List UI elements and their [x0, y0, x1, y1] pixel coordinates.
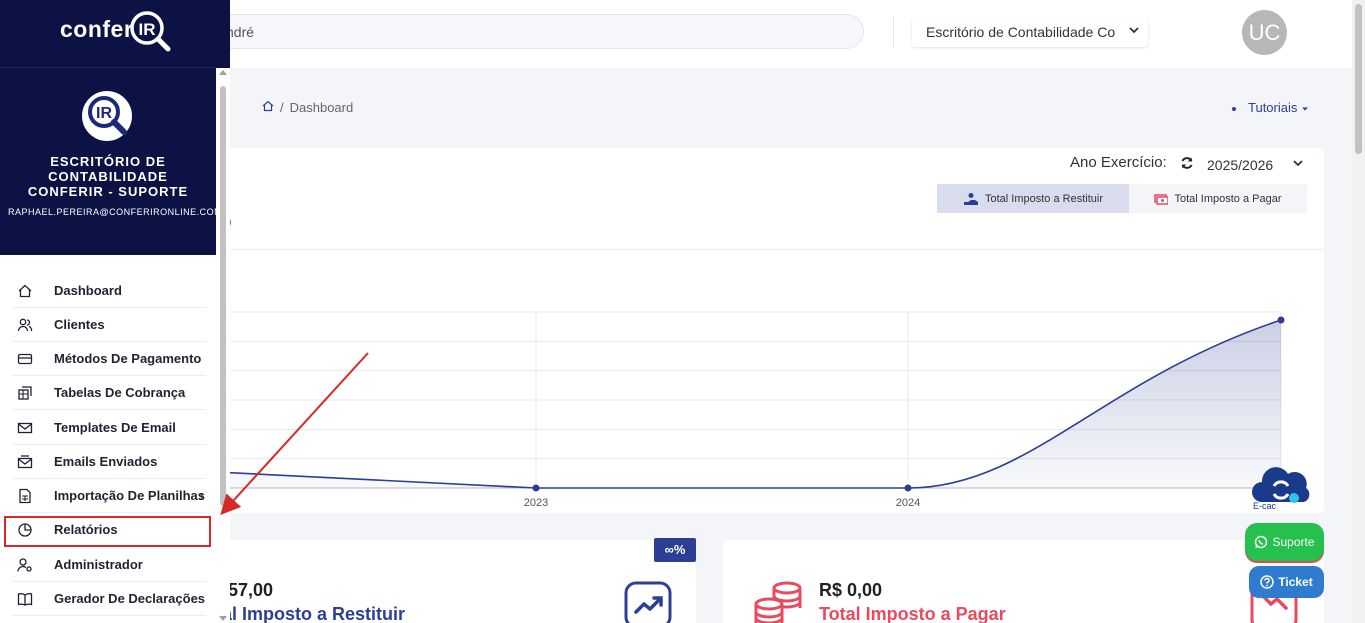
sidebar-scrollbar-thumb[interactable]	[220, 86, 226, 506]
book-icon	[17, 592, 33, 606]
sidebar-nav: Dashboard Clientes Métodos De Pagamento …	[0, 255, 216, 623]
suporte-button[interactable]: Suporte	[1245, 523, 1324, 561]
sidebar-item-label: Tabelas De Cobrança	[54, 385, 186, 400]
page-scrollbar-thumb[interactable]	[1355, 4, 1362, 154]
scroll-up-icon[interactable]	[219, 70, 227, 75]
stat-value-pagar: R$ 0,00	[819, 580, 883, 600]
ano-exercicio-label: Ano Exercício:	[1070, 154, 1167, 171]
tutoriais-dropdown[interactable]: Tutoriais	[1232, 100, 1309, 115]
sidebar-header: confer IR IR ESCRITÓRIO DE CONTABILIDADE…	[0, 0, 239, 255]
trending-up-icon	[624, 581, 672, 623]
home-icon	[18, 284, 32, 297]
bullet-icon	[1232, 106, 1236, 111]
scroll-down-icon[interactable]	[219, 616, 227, 621]
sidebar-item-tabelas-cobranca[interactable]: Tabelas De Cobrança	[12, 376, 206, 410]
logo-text: confer	[60, 16, 134, 42]
relatorios-highlight-box	[4, 516, 211, 547]
company-select[interactable]: Escritório de Contabilidade Co	[912, 17, 1148, 47]
ano-exercicio-select[interactable]: 2025/2026	[1202, 154, 1312, 176]
logo-magnifier-icon: IR	[130, 11, 171, 52]
org-logo-icon: IR	[82, 91, 132, 141]
sidebar-scrollbar[interactable]	[216, 68, 230, 623]
help-circle-icon	[1260, 575, 1275, 589]
org-email: RAPHAEL.PEREIRA@CONFERIRONLINE.COM.BR	[8, 207, 239, 217]
sidebar-item-templates-email[interactable]: Templates De Email	[12, 411, 206, 445]
app-logo[interactable]: confer IR	[60, 9, 172, 53]
breadcrumb-current: Dashboard	[289, 100, 354, 115]
x-tick-label: 2023	[524, 497, 548, 508]
sidebar-item-emails-enviados[interactable]: Emails Enviados	[12, 445, 206, 479]
money-icon	[1154, 193, 1169, 205]
sidebar-item-dashboard[interactable]: Dashboard	[12, 274, 206, 308]
tab-restituir-label: Total Imposto a Restituir	[985, 192, 1103, 205]
sidebar-item-administrador[interactable]: Administrador	[12, 548, 206, 582]
sidebar-item-label: Administrador	[54, 557, 143, 572]
home-icon[interactable]	[262, 100, 274, 115]
card-divider	[210, 249, 1324, 250]
sidebar-item-label: Emails Enviados	[54, 454, 158, 469]
data-point	[1277, 316, 1285, 324]
stat-label-pagar: Total Imposto a Pagar	[819, 604, 1006, 623]
chevron-right-icon: ›	[199, 488, 204, 503]
user-avatar[interactable]: UC	[1242, 10, 1287, 55]
tab-total-imposto-pagar[interactable]: Total Imposto a Pagar	[1129, 184, 1307, 213]
caret-down-icon	[1302, 107, 1308, 111]
percent-badge: ∞%	[654, 538, 696, 562]
credit-card-icon	[17, 353, 33, 364]
spreadsheet-icon	[19, 488, 31, 503]
stat-label-restituir: al Imposto a Restituir	[222, 604, 406, 623]
sidebar-item-gerador-declaracoes[interactable]: Gerador De Declarações	[12, 582, 206, 616]
table-icon	[18, 385, 32, 400]
org-name: ESCRITÓRIO DE CONTABILIDADE CONFERIR - S…	[27, 154, 189, 199]
sidebar-item-label: Templates De Email	[54, 420, 176, 435]
header-divider	[0, 67, 216, 68]
tab-pagar-label: Total Imposto a Pagar	[1174, 192, 1282, 205]
suporte-label: Suporte	[1272, 535, 1315, 549]
sidebar-item-metodos-pagamento[interactable]: Métodos De Pagamento	[12, 342, 206, 376]
sidebar-item-label: Métodos De Pagamento	[54, 351, 202, 366]
stat-value-restituir: 57,00	[228, 580, 274, 600]
chevron-down-icon	[1292, 157, 1304, 172]
sidebar-item-label: Clientes	[54, 317, 105, 332]
tutoriais-label: Tutoriais	[1248, 100, 1298, 115]
series-area	[210, 320, 1281, 488]
mail-sent-icon	[17, 454, 33, 468]
ecac-label: E-cac	[1253, 501, 1277, 511]
data-point	[532, 484, 540, 492]
search-input[interactable]: ndré	[180, 14, 864, 49]
tab-total-imposto-restituir[interactable]: Total Imposto a Restituir	[937, 184, 1129, 213]
stat-card-restituir: ∞% 57,00 al Imposto a Restituir	[210, 538, 696, 623]
page-scrollbar[interactable]	[1352, 0, 1365, 623]
svg-text:IR: IR	[96, 105, 112, 122]
users-icon	[17, 318, 33, 331]
chart-card: Ano Exercício: 2025/2026 Total Imposto a…	[210, 148, 1324, 513]
area-chart[interactable]: 2023 2024	[210, 268, 1324, 508]
ticket-label: Ticket	[1278, 575, 1313, 589]
hand-coin-icon	[964, 192, 978, 205]
user-cog-icon	[17, 557, 32, 572]
stat-card-pagar: R$ 0,00 Total Imposto a Pagar	[723, 540, 1324, 623]
sidebar-item-label: Dashboard	[54, 283, 122, 298]
sidebar-item-clientes[interactable]: Clientes	[12, 308, 206, 342]
ano-exercicio-value: 2025/2026	[1207, 157, 1274, 173]
chevron-down-icon	[1128, 24, 1140, 39]
whatsapp-icon	[1255, 535, 1268, 549]
breadcrumb: / Dashboard	[262, 100, 353, 115]
data-point	[904, 484, 912, 492]
mail-icon	[17, 422, 33, 433]
ticket-button[interactable]: Ticket	[1249, 566, 1324, 598]
breadcrumb-separator: /	[280, 100, 284, 115]
header-divider	[893, 16, 894, 48]
x-tick-label: 2024	[896, 497, 920, 508]
refresh-icon[interactable]	[1180, 156, 1194, 170]
sidebar-item-label: Importação De Planilhas	[54, 488, 205, 503]
sidebar-item-label: Gerador De Declarações	[54, 591, 206, 606]
coins-icon	[754, 581, 802, 623]
company-select-value: Escritório de Contabilidade Co	[926, 24, 1116, 40]
logo-mark-text: IR	[139, 20, 156, 39]
sidebar-item-importacao-planilhas[interactable]: Importação De Planilhas ›	[12, 479, 206, 513]
